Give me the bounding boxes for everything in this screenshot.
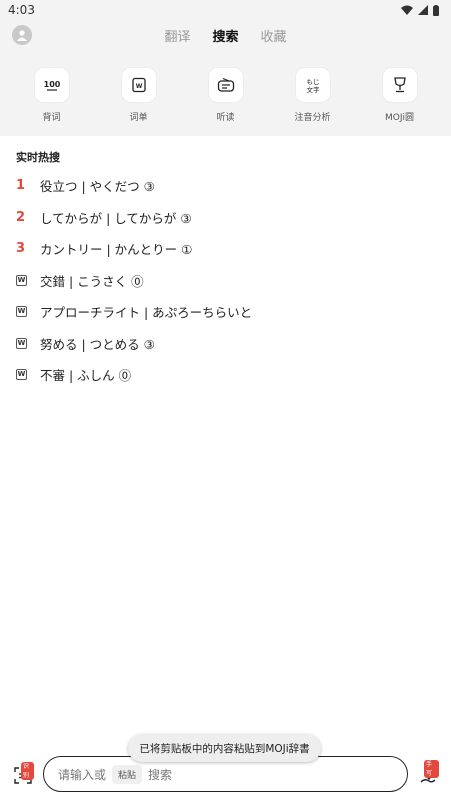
avatar[interactable] bbox=[12, 25, 32, 45]
100-icon: 100 bbox=[34, 68, 69, 102]
svg-text:もじ: もじ bbox=[306, 78, 319, 86]
tool-row: 100 背词 W 词单 听读 もじ 文字 注音分析 MOJi圆 bbox=[0, 68, 451, 123]
furigana-icon: もじ 文字 bbox=[295, 68, 330, 102]
word-entry: 不審 | ふしん ⓪ bbox=[40, 368, 132, 384]
word-entry: 役立つ | やくだつ ③ bbox=[40, 179, 155, 195]
word-badge-icon: W bbox=[16, 369, 40, 381]
tool-label: 注音分析 bbox=[294, 113, 331, 123]
list-item[interactable]: W 努める | つとめる ③ bbox=[0, 328, 451, 360]
tool-label: 听读 bbox=[216, 113, 235, 123]
w-badge: W bbox=[16, 337, 27, 349]
wifi-icon bbox=[401, 5, 413, 15]
tab-search[interactable]: 搜索 bbox=[212, 26, 238, 45]
tool-word-list[interactable]: W 词单 bbox=[103, 68, 175, 123]
list-item[interactable]: 1 役立つ | やくだつ ③ bbox=[0, 170, 451, 202]
tool-moji-circle[interactable]: MOJi圆 bbox=[364, 68, 436, 123]
tool-label: 背词 bbox=[42, 113, 61, 123]
list-item[interactable]: W アプローチライト | あぷろーちらいと bbox=[0, 296, 451, 328]
w-badge: W bbox=[16, 369, 27, 381]
word-badge-icon: W bbox=[16, 306, 40, 318]
list-item[interactable]: W 不審 | ふしん ⓪ bbox=[0, 359, 451, 391]
hot-search-title: 实时热搜 bbox=[16, 151, 60, 164]
list-item[interactable]: 2 してからが | してからが ③ bbox=[0, 202, 451, 234]
clipboard-toast: 已将剪贴板中的内容粘贴到MOJi辞書 bbox=[128, 734, 321, 762]
status-bar: 4:03 bbox=[0, 0, 451, 20]
tool-label: MOJi圆 bbox=[384, 113, 414, 123]
list-item[interactable]: W 交錯 | こうさく ⓪ bbox=[0, 265, 451, 297]
tab-favorites[interactable]: 收藏 bbox=[261, 26, 287, 45]
user-icon bbox=[17, 30, 27, 41]
tool-recite[interactable]: 100 背词 bbox=[16, 68, 88, 123]
search-placeholder-after: 搜索 bbox=[148, 767, 173, 782]
word-list-icon: W bbox=[121, 68, 156, 102]
search-placeholder-before: 请输入或 bbox=[58, 767, 107, 782]
word-entry: してからが | してからが ③ bbox=[40, 210, 192, 226]
word-badge-icon: W bbox=[16, 274, 40, 286]
svg-text:文字: 文字 bbox=[306, 85, 320, 94]
rank-number: 3 bbox=[16, 241, 26, 257]
tab-translate[interactable]: 翻译 bbox=[164, 26, 190, 45]
w-badge: W bbox=[16, 274, 27, 286]
svg-text:100: 100 bbox=[43, 80, 60, 89]
handwrite-button[interactable]: 手写 bbox=[417, 760, 439, 786]
tool-listen[interactable]: 听读 bbox=[190, 68, 262, 123]
signal-icon bbox=[418, 5, 428, 15]
radio-icon bbox=[208, 68, 243, 102]
word-entry: 交錯 | こうさく ⓪ bbox=[40, 273, 144, 289]
word-entry: アプローチライト | あぷろーちらいと bbox=[40, 305, 253, 321]
word-entry: カントリー | かんとりー ① bbox=[40, 242, 193, 258]
battery-icon bbox=[433, 4, 439, 16]
header: 翻译 搜索 收藏 bbox=[0, 20, 451, 50]
rank-number: 2 bbox=[16, 209, 26, 225]
list-item[interactable]: 3 カントリー | かんとりー ① bbox=[0, 233, 451, 265]
word-badge-icon: W bbox=[16, 337, 40, 349]
header-tabs: 翻译 搜索 收藏 bbox=[164, 26, 286, 45]
rank-number: 1 bbox=[16, 178, 26, 194]
handwrite-badge: 手写 bbox=[424, 760, 439, 778]
scan-button[interactable]: 识别 bbox=[12, 762, 34, 786]
word-entry: 努める | つとめる ③ bbox=[40, 336, 155, 352]
paste-button[interactable]: 粘贴 bbox=[112, 764, 143, 784]
w-badge: W bbox=[16, 306, 27, 318]
scan-badge: 识别 bbox=[21, 762, 34, 780]
hot-search-list: 1 役立つ | やくだつ ③ 2 してからが | してからが ③ 3 カントリー… bbox=[0, 170, 451, 391]
trophy-icon bbox=[382, 68, 417, 102]
svg-text:W: W bbox=[135, 83, 142, 90]
top-area: 4:03 翻译 搜索 收藏 100 背词 W 词单 听读 もじ 文字 注音分析 … bbox=[0, 0, 451, 136]
tool-furigana[interactable]: もじ 文字 注音分析 bbox=[277, 68, 349, 123]
status-time: 4:03 bbox=[8, 3, 35, 17]
tool-label: 词单 bbox=[129, 113, 148, 123]
status-icons bbox=[401, 4, 439, 16]
